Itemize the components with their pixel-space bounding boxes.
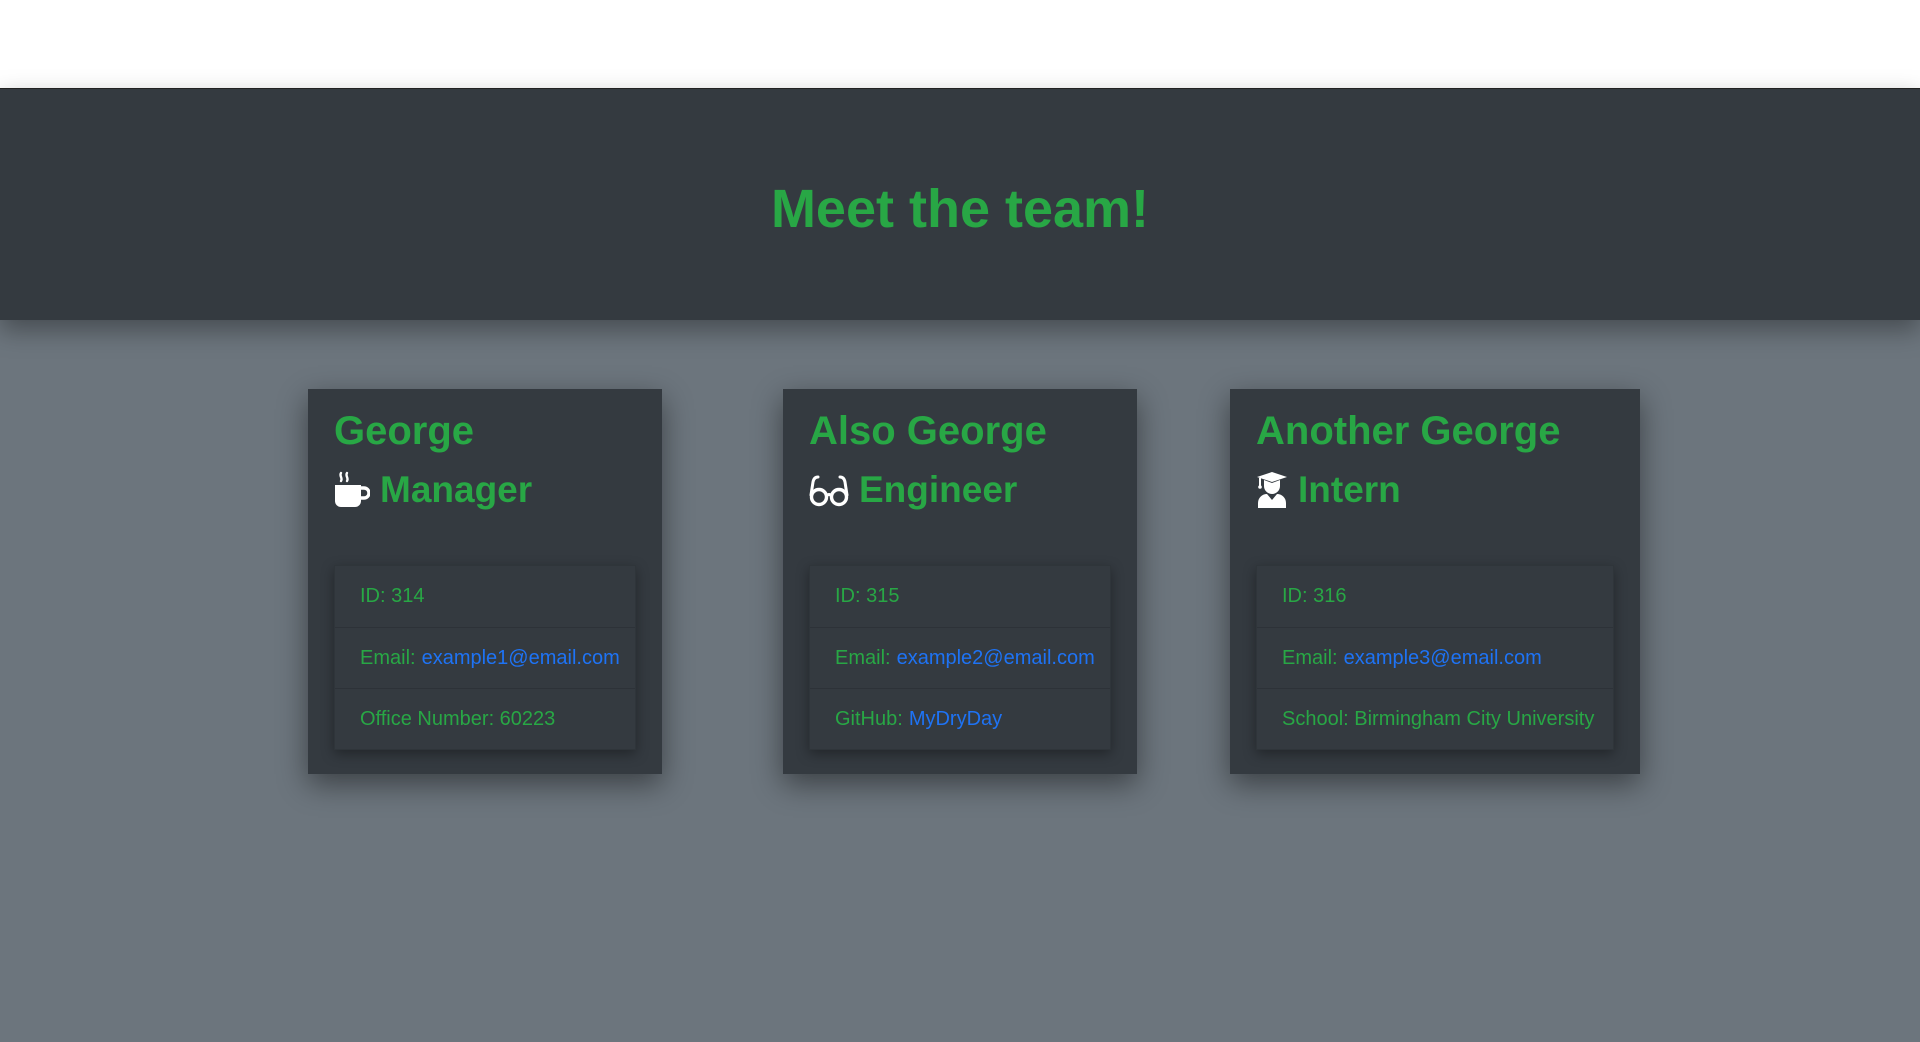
glasses-icon [809,473,849,507]
employee-name: Another George [1256,409,1561,453]
employee-role: Engineer [809,461,1111,519]
employee-name: Also George [809,409,1047,453]
employee-details-list: ID: 316 Email: example3@email.com School… [1256,565,1614,750]
employee-card-intern: Another George Intern ID: 316 Email: exa… [1230,389,1640,774]
email-label: Email: [360,646,416,669]
email-label: Email: [1282,646,1338,669]
employee-role: Manager [334,461,636,519]
page-title: Meet the team! [770,179,1150,239]
employee-card-manager: George Manager ID: 314 Email: example1@e… [308,389,662,774]
email-label: Email: [835,646,891,669]
header-banner: Meet the team! [0,88,1920,320]
employee-id: ID: 316 [1257,566,1613,627]
email-link[interactable]: example3@email.com [1344,647,1542,670]
employee-role-label: Manager [380,469,533,510]
employee-id: ID: 314 [335,566,635,627]
employee-details-list: ID: 315 Email: example2@email.com GitHub… [809,565,1111,750]
employee-email: Email: example2@email.com [810,627,1110,688]
employee-role-label: Intern [1298,469,1401,510]
graduate-icon [1256,471,1288,509]
github-link[interactable]: MyDryDay [909,708,1002,731]
employee-github: GitHub: MyDryDay [810,688,1110,749]
coffee-icon [334,471,370,509]
github-label: GitHub: [835,707,903,730]
school-text: School: Birmingham City University [1282,707,1595,730]
employee-email: Email: example1@email.com [335,627,635,688]
employee-details-list: ID: 314 Email: example1@email.com Office… [334,565,636,750]
office-number-text: Office Number: 60223 [360,707,556,730]
employee-id-text: ID: 314 [360,585,425,607]
email-link[interactable]: example1@email.com [422,647,620,670]
email-link[interactable]: example2@email.com [897,647,1095,670]
employee-card-engineer: Also George Engineer ID: 315 Email: exam… [783,389,1137,774]
employee-office-number: Office Number: 60223 [335,688,635,749]
employee-name: George [334,409,475,453]
employee-email: Email: example3@email.com [1257,627,1613,688]
employee-school: School: Birmingham City University [1257,688,1613,749]
employee-id-text: ID: 315 [835,585,900,607]
employee-role-label: Engineer [859,469,1018,510]
employee-role: Intern [1256,461,1614,519]
employee-id: ID: 315 [810,566,1110,627]
employee-id-text: ID: 316 [1282,585,1347,607]
team-section: George Manager ID: 314 Email: example1@e… [0,319,1920,1042]
top-white-bar [0,0,1920,88]
